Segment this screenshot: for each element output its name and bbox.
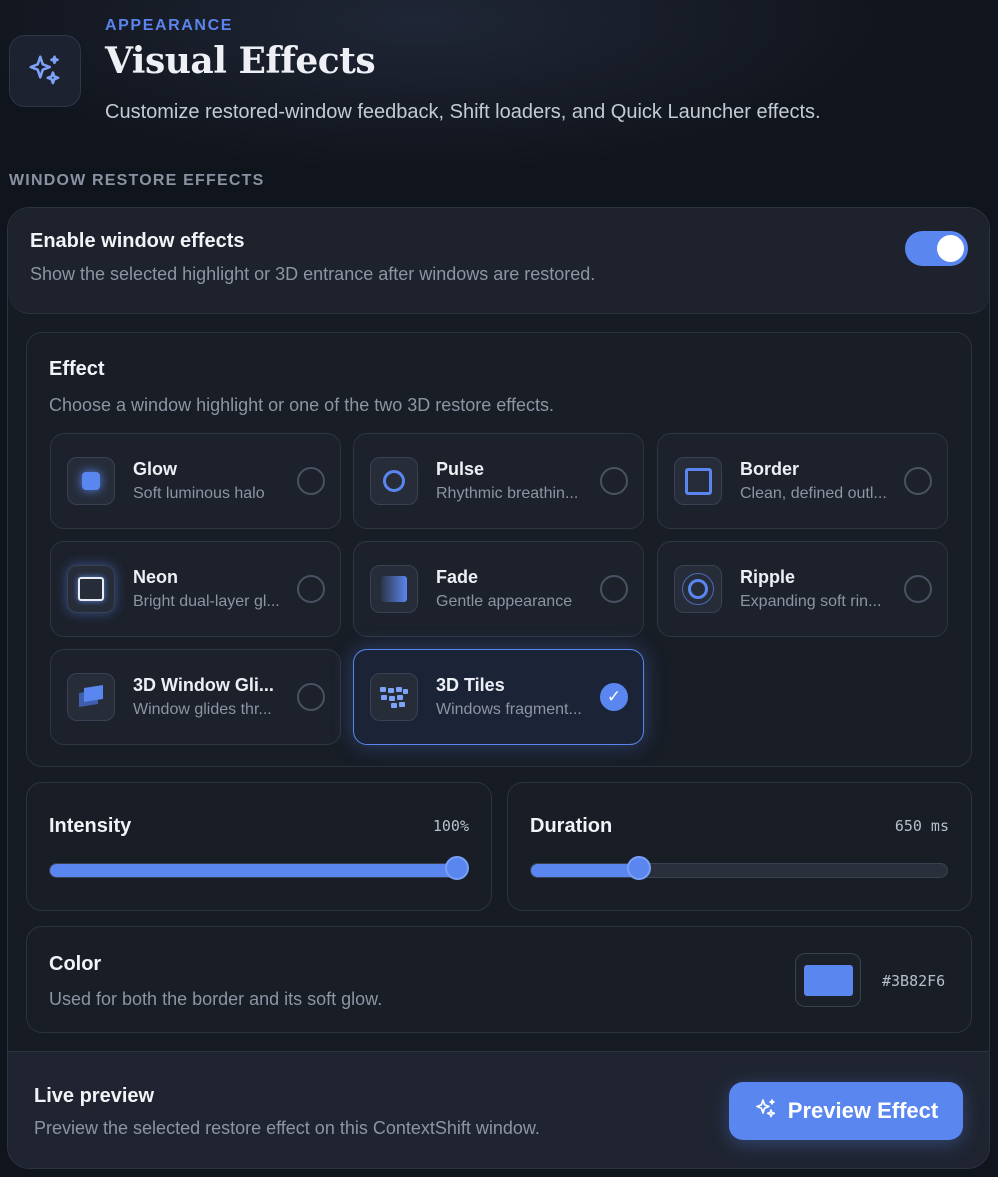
effect-option-subtitle: Windows fragment... — [436, 701, 582, 718]
border-icon — [674, 457, 722, 505]
enable-effects-title: Enable window effects — [30, 230, 245, 252]
color-card: Color Used for both the border and its s… — [26, 926, 972, 1033]
intensity-value: 100% — [432, 817, 469, 835]
window-restore-effects-panel: Enable window effects Show the selected … — [7, 207, 990, 1169]
sparkles-icon — [9, 35, 81, 107]
live-preview-title: Live preview — [34, 1085, 155, 1107]
intensity-label: Intensity — [49, 815, 132, 837]
effect-option-subtitle: Soft luminous halo — [133, 485, 265, 502]
color-hex-value: #3B82F6 — [882, 972, 946, 990]
ripple-icon — [674, 565, 722, 613]
window-glide-icon — [67, 673, 115, 721]
effect-card: Effect Choose a window highlight or one … — [26, 332, 972, 767]
duration-slider-thumb[interactable] — [626, 856, 651, 880]
duration-label: Duration — [530, 815, 613, 837]
effect-option-subtitle: Gentle appearance — [436, 593, 573, 610]
live-preview-description: Preview the selected restore effect on t… — [34, 1118, 540, 1138]
enable-effects-description: Show the selected highlight or 3D entran… — [30, 264, 596, 284]
intensity-slider-fill — [50, 864, 458, 877]
effect-title: Effect — [49, 358, 105, 380]
radio-button[interactable] — [904, 467, 932, 495]
duration-slider-fill — [531, 864, 640, 877]
effect-option-name: Border — [740, 459, 800, 479]
effect-option-subtitle: Clean, defined outl... — [740, 485, 887, 502]
tiles-icon — [370, 673, 418, 721]
effect-option-name: Glow — [133, 459, 177, 479]
effect-option-subtitle: Window glides thr... — [133, 701, 272, 718]
radio-button[interactable] — [297, 467, 325, 495]
radio-button[interactable] — [600, 575, 628, 603]
effect-option-fade[interactable]: Fade Gentle appearance — [353, 541, 644, 637]
effect-option-name: Fade — [436, 567, 479, 587]
intensity-card: Intensity 100% — [26, 782, 492, 911]
effect-option-3d-tiles[interactable]: 3D Tiles Windows fragment... ✓ — [353, 649, 644, 745]
effect-option-subtitle: Rhythmic breathin... — [436, 485, 579, 502]
enable-effects-toggle[interactable] — [905, 231, 968, 266]
effect-option-name: Ripple — [740, 567, 796, 587]
radio-button[interactable] — [297, 683, 325, 711]
effect-option-subtitle: Bright dual-layer gl... — [133, 593, 280, 610]
radio-button[interactable] — [297, 575, 325, 603]
effect-option-name: Neon — [133, 567, 178, 587]
effect-option-glow[interactable]: Glow Soft luminous halo — [50, 433, 341, 529]
intensity-slider-thumb[interactable] — [445, 856, 469, 880]
page-title: Visual Effects — [105, 40, 376, 82]
effect-option-name: Pulse — [436, 459, 485, 479]
neon-icon — [67, 565, 115, 613]
color-description: Used for both the border and its soft gl… — [49, 989, 383, 1009]
preview-effect-button-label: Preview Effect — [787, 1098, 939, 1123]
fade-icon — [370, 565, 418, 613]
effect-option-pulse[interactable]: Pulse Rhythmic breathin... — [353, 433, 644, 529]
sparkles-icon — [754, 1097, 778, 1126]
effect-option-subtitle: Expanding soft rin... — [740, 593, 882, 610]
radio-button[interactable] — [904, 575, 932, 603]
duration-card: Duration 650 ms — [507, 782, 972, 911]
enable-effects-row: Enable window effects Show the selected … — [8, 208, 989, 314]
duration-value: 650 ms — [894, 817, 949, 835]
effect-option-ripple[interactable]: Ripple Expanding soft rin... — [657, 541, 948, 637]
effect-option-name: 3D Window Gli... — [133, 675, 274, 695]
toggle-knob — [937, 235, 964, 262]
effect-description: Choose a window highlight or one of the … — [49, 395, 554, 415]
checkmark-icon[interactable]: ✓ — [600, 683, 628, 711]
effect-option-border[interactable]: Border Clean, defined outl... — [657, 433, 948, 529]
pulse-icon — [370, 457, 418, 505]
effect-option-name: 3D Tiles — [436, 675, 505, 695]
color-swatch-button[interactable] — [795, 953, 861, 1007]
intensity-slider-track[interactable] — [49, 863, 467, 878]
effect-option-neon[interactable]: Neon Bright dual-layer gl... — [50, 541, 341, 637]
radio-button[interactable] — [600, 467, 628, 495]
glow-icon — [67, 457, 115, 505]
page-eyebrow: APPEARANCE — [105, 17, 234, 34]
effect-option-3d-window-glide[interactable]: 3D Window Gli... Window glides thr... — [50, 649, 341, 745]
page-subtitle: Customize restored-window feedback, Shif… — [105, 101, 821, 123]
color-title: Color — [49, 953, 102, 975]
preview-effect-button[interactable]: Preview Effect — [729, 1082, 963, 1140]
color-swatch — [803, 964, 853, 996]
live-preview-row: Live preview Preview the selected restor… — [8, 1051, 989, 1168]
section-label: WINDOW RESTORE EFFECTS — [9, 172, 265, 189]
duration-slider-track[interactable] — [530, 863, 948, 878]
